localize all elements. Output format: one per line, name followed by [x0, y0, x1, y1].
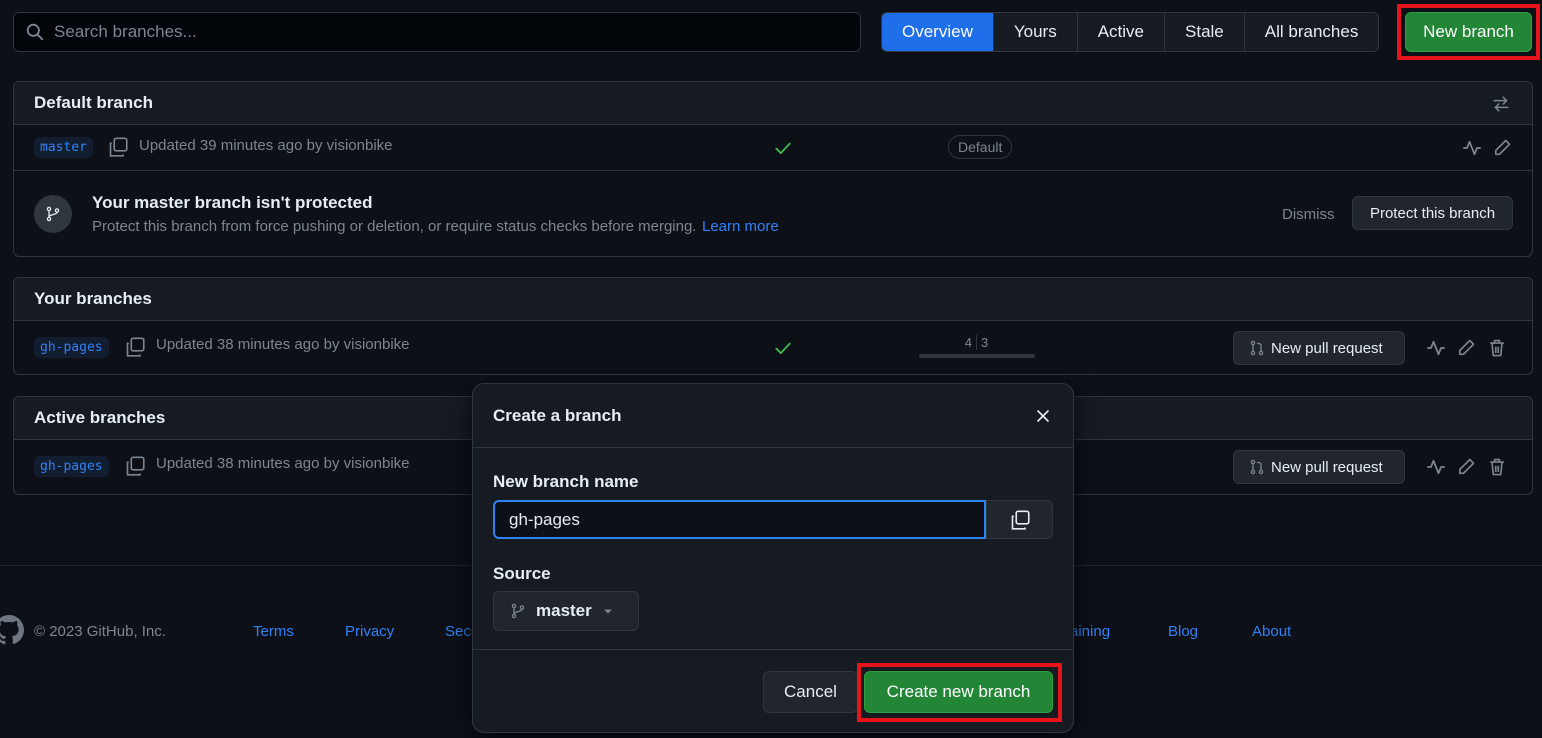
- activity-icon[interactable]: [1462, 138, 1482, 158]
- activity-icon[interactable]: [1426, 457, 1446, 477]
- learn-more-link[interactable]: Learn more: [702, 218, 779, 235]
- dialog-footer-divider: [473, 649, 1073, 650]
- search-input[interactable]: [54, 22, 834, 42]
- ahead-count: 3: [981, 335, 989, 350]
- branch-row: gh-pages Updated 38 minutes ago by visio…: [14, 321, 1532, 374]
- protect-branch-button[interactable]: Protect this branch: [1352, 196, 1513, 230]
- branch-name-label: New branch name: [493, 472, 639, 491]
- new-branch-button[interactable]: New branch: [1405, 12, 1532, 52]
- dismiss-button[interactable]: Dismiss: [1282, 206, 1335, 223]
- source-branch-select[interactable]: master: [493, 591, 639, 631]
- cancel-button[interactable]: Cancel: [763, 671, 858, 713]
- default-branch-title: Default branch: [34, 93, 154, 112]
- source-branch-value: master: [536, 601, 592, 620]
- branch-row: master Updated 39 minutes ago by visionb…: [14, 125, 1532, 171]
- switch-default-icon[interactable]: [1492, 95, 1510, 113]
- copy-icon[interactable]: [125, 456, 145, 476]
- copy-icon[interactable]: [125, 337, 145, 357]
- default-badge: Default: [948, 135, 1013, 159]
- new-pull-request-label: New pull request: [1271, 458, 1383, 476]
- git-branch-icon: [46, 206, 60, 222]
- footer-link-about[interactable]: About: [1252, 623, 1291, 640]
- tab-active[interactable]: Active: [1076, 13, 1165, 51]
- updated-text: Updated 39 minutes ago by visionbike: [139, 137, 393, 154]
- check-icon: [775, 142, 791, 155]
- branch-name[interactable]: gh-pages: [34, 456, 109, 477]
- source-label: Source: [493, 564, 551, 583]
- pencil-icon[interactable]: [1492, 138, 1512, 158]
- ahead-behind: 43: [919, 335, 1035, 358]
- copy-name-button[interactable]: [986, 500, 1053, 539]
- section-title: Your branches: [14, 278, 1532, 321]
- updated-text: Updated 38 minutes ago by visionbike: [156, 455, 410, 472]
- new-pull-request-button[interactable]: New pull request: [1233, 331, 1405, 365]
- protection-notice: Your master branch isn't protected Prote…: [14, 171, 1532, 256]
- tab-yours[interactable]: Yours: [992, 13, 1077, 51]
- dialog-header: Create a branch: [473, 384, 1073, 448]
- pull-request-icon: [1250, 459, 1264, 475]
- section-title: Default branch: [14, 82, 1532, 125]
- copyright-text: © 2023 GitHub, Inc.: [34, 623, 166, 640]
- new-pull-request-button[interactable]: New pull request: [1233, 450, 1405, 484]
- notice-title: Your master branch isn't protected: [92, 193, 373, 212]
- create-branch-dialog: Create a branch New branch name Source m…: [472, 383, 1074, 733]
- search-box[interactable]: [13, 12, 861, 52]
- tab-all-branches[interactable]: All branches: [1243, 13, 1379, 51]
- branch-name[interactable]: gh-pages: [34, 337, 109, 358]
- pencil-icon[interactable]: [1456, 338, 1476, 358]
- ahead-behind-bar: [919, 354, 1035, 358]
- pencil-icon[interactable]: [1456, 457, 1476, 477]
- tab-stale[interactable]: Stale: [1164, 13, 1244, 51]
- branch-name[interactable]: master: [34, 137, 93, 158]
- footer-link-training[interactable]: aining: [1070, 623, 1110, 640]
- your-branches-section: Your branches gh-pages Updated 38 minute…: [13, 277, 1533, 375]
- branch-filter-tabs: Overview Yours Active Stale All branches: [881, 12, 1380, 52]
- footer-link-privacy[interactable]: Privacy: [345, 623, 394, 640]
- your-branches-title: Your branches: [34, 289, 152, 308]
- check-icon: [775, 342, 791, 355]
- updated-text: Updated 38 minutes ago by visionbike: [156, 336, 410, 353]
- close-icon[interactable]: [1035, 408, 1051, 424]
- search-icon: [26, 23, 44, 41]
- trash-icon[interactable]: [1487, 457, 1507, 477]
- behind-count: 4: [927, 335, 977, 350]
- dialog-title: Create a branch: [493, 405, 622, 425]
- active-branches-title: Active branches: [34, 408, 166, 427]
- pull-request-icon: [1250, 340, 1264, 356]
- github-logo-icon[interactable]: [0, 615, 24, 645]
- branch-name-input[interactable]: [493, 500, 986, 539]
- create-new-branch-button[interactable]: Create new branch: [864, 671, 1053, 713]
- copy-icon: [1011, 509, 1030, 530]
- git-branch-icon: [511, 603, 525, 619]
- default-branch-section: Default branch master Updated 39 minutes…: [13, 81, 1533, 257]
- branch-icon-circle: [34, 195, 72, 233]
- tab-overview[interactable]: Overview: [882, 13, 993, 51]
- trash-icon[interactable]: [1487, 338, 1507, 358]
- notice-text: Protect this branch from force pushing o…: [92, 218, 697, 235]
- footer-link-terms[interactable]: Terms: [253, 623, 294, 640]
- caret-down-icon: [603, 609, 612, 614]
- copy-icon[interactable]: [108, 137, 128, 157]
- activity-icon[interactable]: [1426, 338, 1446, 358]
- footer-link-blog[interactable]: Blog: [1168, 623, 1198, 640]
- new-pull-request-label: New pull request: [1271, 339, 1383, 357]
